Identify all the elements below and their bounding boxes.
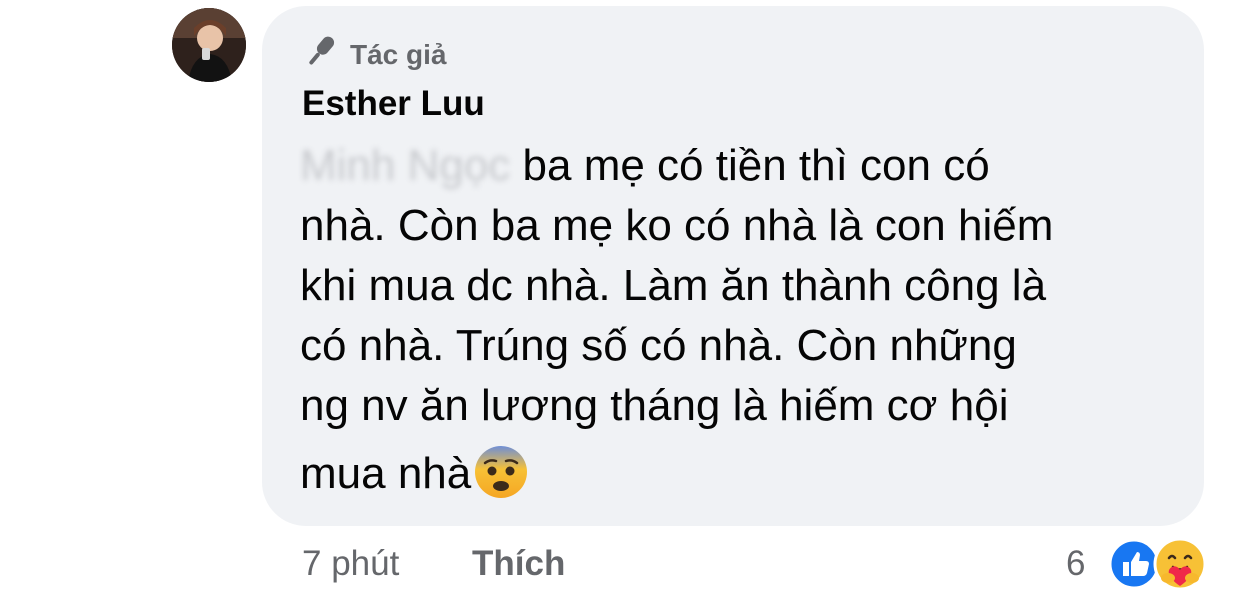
anxious-face-icon <box>473 444 529 516</box>
comment-line-6: mua nhà <box>300 449 472 498</box>
comment-line-2: nhà. Còn ba mẹ ko có nhà là con hiếm <box>300 201 1054 250</box>
comment-line-5: ng nv ăn lương tháng là hiếm cơ hội <box>300 381 1009 430</box>
like-button[interactable]: Thích <box>472 544 565 584</box>
comment-author-name[interactable]: Esther Luu <box>302 84 485 124</box>
microphone-icon <box>302 32 340 77</box>
reaction-count[interactable]: 6 <box>1066 544 1085 584</box>
comment-line-4: có nhà. Trúng số có nhà. Còn những <box>300 321 1017 370</box>
reaction-summary[interactable] <box>1108 536 1212 592</box>
author-avatar[interactable] <box>172 8 246 82</box>
care-reaction-icon <box>1152 536 1208 592</box>
author-badge: Tác giả <box>302 32 446 77</box>
comment-line-3: khi mua dc nhà. Làm ăn thành công là <box>300 261 1047 310</box>
comment-line-1: ba mẹ có tiền thì con có <box>510 141 990 190</box>
mention-tag[interactable]: Minh Ngọc <box>300 141 510 190</box>
comment-timestamp[interactable]: 7 phút <box>302 544 399 584</box>
comment-body: Minh Ngọc ba mẹ có tiền thì con có nhà. C… <box>300 136 1180 516</box>
author-badge-label: Tác giả <box>350 38 447 70</box>
